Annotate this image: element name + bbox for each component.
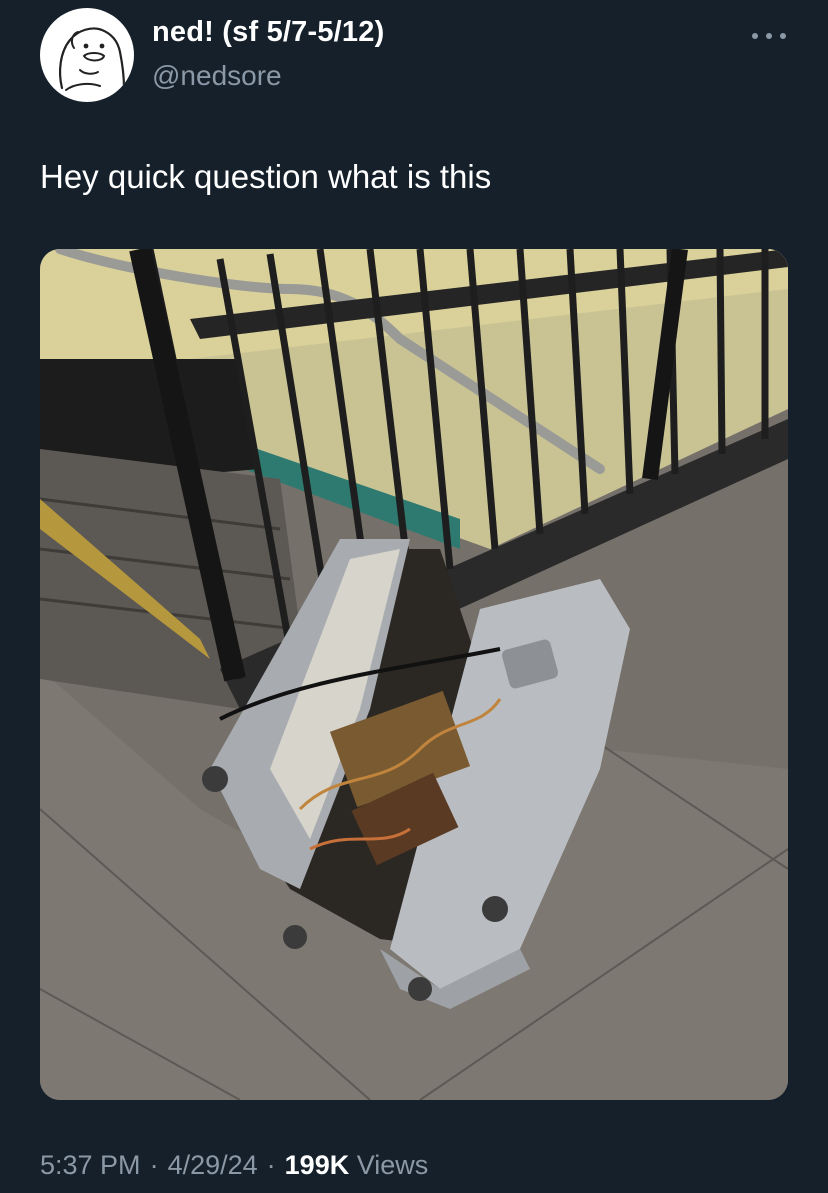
avatar[interactable] <box>40 8 134 102</box>
tweet-meta: 5:37 PM · 4/29/24 · 199K Views <box>40 1150 428 1181</box>
meta-separator: · <box>266 1150 276 1180</box>
tweet-date[interactable]: 4/29/24 <box>168 1150 258 1180</box>
tweet-text: Hey quick question what is this <box>40 158 492 195</box>
author-handle[interactable]: @nedsore <box>152 60 282 92</box>
more-options-icon[interactable] <box>752 24 786 48</box>
tweet-photo[interactable] <box>40 249 788 1100</box>
tweet-time[interactable]: 5:37 PM <box>40 1150 141 1180</box>
duck-sketch-avatar-icon <box>59 27 126 91</box>
views-count: 199K <box>284 1150 350 1180</box>
meta-separator: · <box>149 1150 159 1180</box>
photo-broken-suitcase-subway-icon <box>40 249 788 1100</box>
author-display-name[interactable]: ned! (sf 5/7-5/12) <box>152 16 384 49</box>
views-label: Views <box>356 1150 429 1180</box>
